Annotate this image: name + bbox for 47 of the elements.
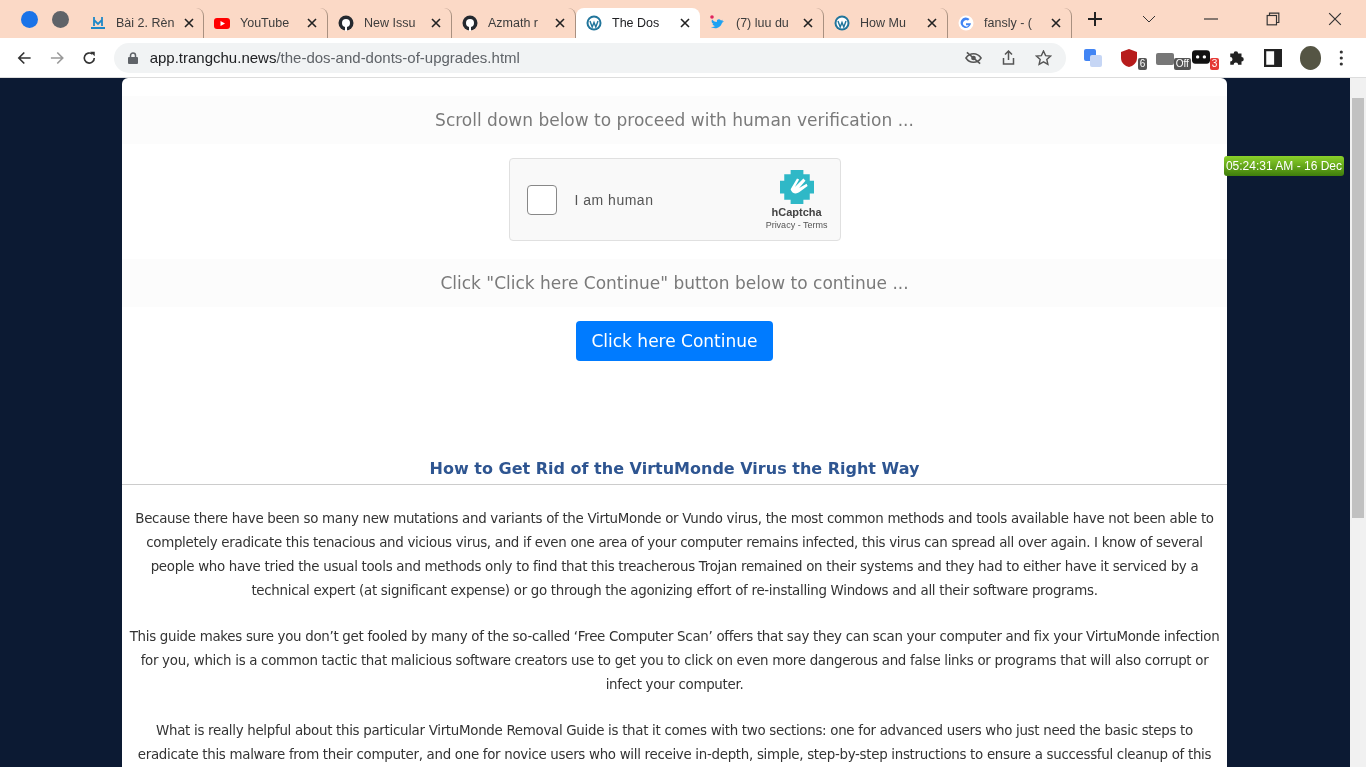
side-panel-icon[interactable] — [1263, 48, 1282, 67]
profile-avatar[interactable] — [1299, 45, 1322, 70]
browser-tab[interactable]: The Dos — [576, 8, 700, 38]
article-paragraph: What is really helpful about this particular VirtuMonde Removal Guide is that it comes with two sections: one for advanced users who just need the basic steps to eradicate this malware from their computer, and one for novice users who will receive in-depth, simple, step-by-step instructions to ensure a successful cleanup of this — [136, 722, 1213, 764]
terms-link[interactable]: Terms — [803, 219, 828, 230]
captcha-checkbox[interactable] — [526, 184, 557, 215]
restore-icon[interactable] — [1266, 12, 1280, 26]
close-tab-icon[interactable] — [307, 18, 317, 28]
shield-icon[interactable] — [1119, 48, 1138, 67]
captcha-label: I am human — [574, 191, 654, 208]
w-logo-icon — [586, 15, 602, 31]
article-paragraph: This guide makes sure you don’t get fooled by many of the so-called ‘Free Computer Scan’ offers that say they can scan your computer and fix your VirtuMonde infection for you, which is a common tactic that malicious software creators use to get you to click on even more dangerous and false links or programs that will also corrupt or infect your computer. — [128, 628, 1221, 694]
new-tab-icon[interactable] — [1088, 12, 1102, 26]
close-tab-icon[interactable] — [927, 18, 937, 28]
scrollbar-thumb[interactable] — [1352, 98, 1364, 518]
scrollbar[interactable] — [1350, 78, 1366, 767]
extension-badge: 3 — [1209, 57, 1220, 70]
star-icon[interactable] — [1034, 49, 1052, 66]
bird-icon — [710, 15, 726, 31]
lock-icon — [127, 51, 138, 64]
clock-badge: 05:24:31 AM - 16 Dec — [1223, 156, 1344, 176]
w-logo-icon — [834, 15, 850, 31]
article-heading: How to Get Rid of the VirtuMonde Virus the Right Way — [122, 459, 1227, 485]
address-bar[interactable]: app.trangchu.news/the-dos-and-donts-of-upgrades.html — [113, 42, 1066, 73]
privacy-link[interactable]: Privacy — [765, 219, 796, 230]
close-tab-icon[interactable] — [1051, 18, 1061, 28]
puzzle-icon[interactable] — [1227, 48, 1246, 67]
play-icon — [214, 15, 230, 31]
hand-logo-icon — [779, 169, 814, 204]
extension-badge: 6 — [1137, 57, 1148, 70]
close-tab-icon[interactable] — [184, 18, 195, 28]
chat-icon[interactable] — [1191, 48, 1210, 67]
eye-slash-icon[interactable] — [964, 49, 982, 66]
close-tab-icon[interactable] — [431, 18, 441, 28]
translate-icon[interactable] — [1083, 48, 1102, 67]
close-tab-icon[interactable] — [803, 18, 813, 28]
g-logo-icon — [958, 15, 974, 31]
tab-group-dot[interactable] — [52, 10, 69, 28]
close-tab-icon[interactable] — [680, 18, 690, 28]
extension-badge: Off — [1173, 57, 1191, 70]
captcha-brand: hCaptcha — [771, 205, 822, 218]
tab-group-dot[interactable] — [21, 10, 38, 28]
close-tab-icon[interactable] — [555, 18, 565, 28]
article-paragraph: Because there have been so many new mutations and variants of the VirtuMonde or Vundo virus, the most common methods and tools available have not been able to completely eradicate this tenacious and vicious virus, and if even one area of your computer remains infected, this virus can spread all over again. I know of several people who have tried the usual tools and methods only to find that this treacherous Trojan remained on their systems and they had to either have it serviced by a technical expert (at significant expense) or go through the agonizing effort of re-installing Windows and all their software programs. — [134, 510, 1215, 600]
continue-button[interactable]: Click here Continue — [576, 321, 773, 361]
link-separator: - — [797, 219, 801, 230]
close-icon[interactable] — [1328, 12, 1342, 26]
